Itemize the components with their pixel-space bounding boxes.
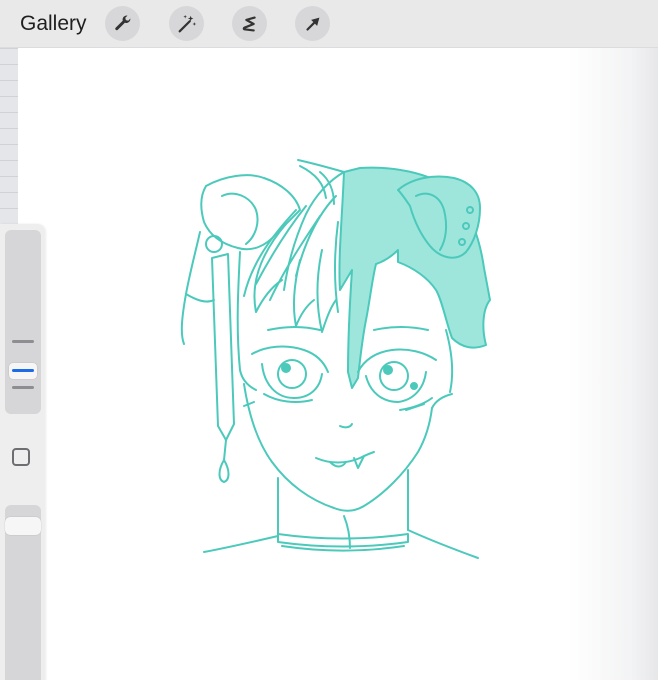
slider-tick [12,386,34,389]
procreate-app: Gallery [0,0,658,680]
choker [277,533,409,548]
opacity-thumb[interactable] [5,517,41,535]
face-outline [243,383,433,512]
gallery-button[interactable]: Gallery [20,11,87,37]
adjustments-button[interactable] [169,6,204,41]
brush-size-thumb[interactable] [9,363,37,379]
magic-wand-icon [176,13,198,35]
actions-button[interactable] [105,6,140,41]
top-toolbar: Gallery [0,0,658,48]
brush-sidebar [0,224,45,680]
selection-s-icon [239,13,261,35]
drawing-canvas[interactable] [0,48,658,680]
active-indicator [12,369,34,372]
selection-button[interactable] [232,6,267,41]
brush-size-slider[interactable] [5,230,41,414]
modify-button[interactable] [12,448,30,466]
wrench-icon [112,13,134,35]
earring-panel [211,253,235,441]
slider-tick [12,340,34,343]
arrow-cursor-icon [302,13,324,35]
transform-button[interactable] [295,6,330,41]
character-sketch [180,159,491,559]
brush-opacity-slider[interactable] [5,505,41,680]
